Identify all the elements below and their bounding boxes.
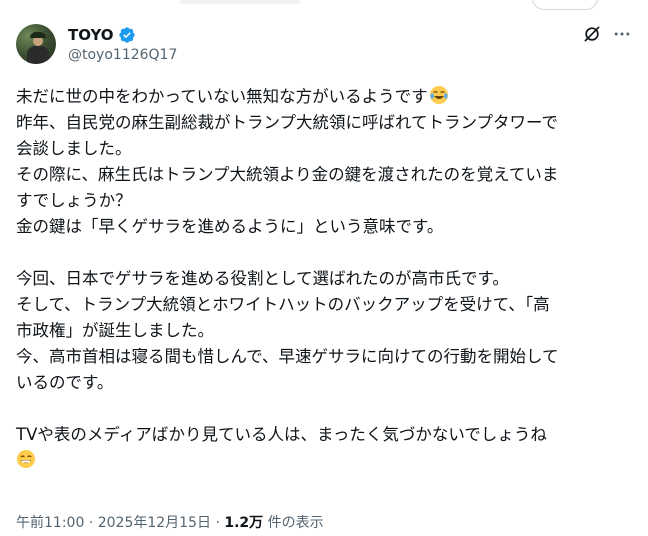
tweet-meta: 午前11:00 · 2025年12月15日 · 1.2万 件の表示: [16, 514, 324, 532]
tweet-line: いるのです。: [16, 373, 114, 392]
display-name[interactable]: TOYO: [68, 25, 114, 45]
verified-badge-icon: [118, 27, 135, 43]
name-row: TOYO: [68, 25, 136, 45]
avatar-figure-body: [27, 46, 49, 64]
meta-separator: ·: [88, 515, 94, 531]
views-label[interactable]: 件の表示: [268, 515, 324, 531]
face-with-tears-of-joy-icon: [429, 86, 448, 104]
tweet-time[interactable]: 午前11:00: [16, 515, 84, 531]
more-icon[interactable]: [612, 24, 632, 44]
meta-separator: ·: [215, 515, 220, 531]
tweet-date[interactable]: 2025年12月15日: [98, 515, 211, 531]
tweet-line: 今、高市首相は寝る間も惜しんで、早速ゲサラに向けての行動を開始して: [16, 347, 559, 366]
user-handle[interactable]: @toyo1126Q17: [68, 46, 177, 64]
top-divider: [180, 0, 300, 4]
grinning-face-with-smiling-eyes-icon: [17, 450, 35, 468]
tweet-line: TVや表のメディアばかり見ている人は、まったく気づかないでしょうね: [16, 425, 547, 444]
views-count[interactable]: 1.2万: [224, 515, 263, 531]
tweet-line: 未だに世の中をわかっていない無知な方がいるようです: [16, 84, 636, 110]
tweet-line: 会談しました。: [16, 139, 132, 158]
tweet-line: [16, 448, 636, 474]
tweet-line: ​: [16, 396, 636, 422]
tweet-line: 今回、日本でゲサラを進める役割として選ばれたのが高市氏です。: [16, 269, 509, 288]
avatar-figure-hat: [30, 32, 46, 38]
tweet-header: TOYO @toyo1126Q17: [16, 22, 632, 70]
tweet-line: その際に、麻生氏はトランプ大統領より金の鍵を渡されたのを覚えていま: [16, 165, 559, 184]
tweet-line: 市政権」が誕生しました。: [16, 321, 214, 340]
top-pill-button[interactable]: [532, 0, 598, 10]
tweet-line: そして、トランプ大統領とホワイトハットのバックアップを受けて、「高: [16, 295, 550, 314]
tweet-line: 金の鍵は「早くゲサラを進めるように」という意味です。: [16, 217, 444, 236]
tweet-line: 昨年、自民党の麻生副総裁がトランプ大統領に呼ばれてトランプタワーで: [16, 113, 559, 132]
tweet-line: すでしょうか？: [16, 191, 132, 210]
avatar[interactable]: [16, 24, 56, 64]
grok-icon[interactable]: [582, 24, 602, 44]
tweet-line: ​: [16, 240, 636, 266]
tweet-text: 未だに世の中をわかっていない無知な方がいるようです 昨年、自民党の麻生副総裁がト…: [16, 84, 636, 474]
